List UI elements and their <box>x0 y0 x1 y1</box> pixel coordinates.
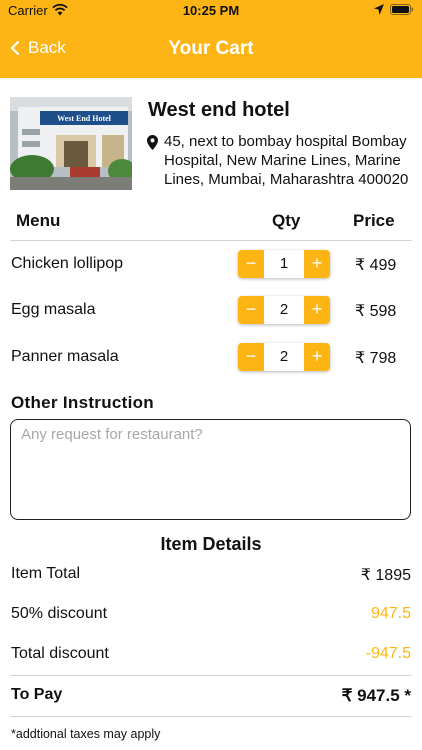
item-qty: 2 <box>279 348 289 365</box>
cart-item-row: Egg masala − 2 + ₹ 598 <box>0 287 422 333</box>
item-qty: 2 <box>279 301 289 318</box>
item-total-label: Item Total <box>11 565 81 582</box>
qty-column-header: Qty <box>272 211 301 230</box>
total-discount-label: Total discount <box>11 645 109 662</box>
instruction-input[interactable] <box>10 419 411 520</box>
location-pin-icon <box>147 135 158 150</box>
to-pay-row: To Pay ₹ 947.5 * <box>11 686 411 710</box>
cart-item-row: Panner masala − 2 + ₹ 798 <box>0 334 422 380</box>
restaurant-address: 45, next to bombay hospital Bombay Hospi… <box>164 133 409 188</box>
total-discount-row: Total discount -947.5 <box>11 645 411 669</box>
decrease-qty-button[interactable]: − <box>238 250 264 278</box>
item-price: ₹ 499 <box>355 257 397 274</box>
item-name: Chicken lollipop <box>11 255 124 272</box>
quantity-stepper: − 2 + <box>238 296 330 324</box>
to-pay-label: To Pay <box>11 686 63 703</box>
discount-label: 50% discount <box>11 605 108 622</box>
nav-bar: Back Your Cart <box>0 20 422 78</box>
cart-item-row: Chicken lollipop − 1 + ₹ 499 <box>0 241 422 287</box>
chevron-left-icon <box>10 41 20 55</box>
location-arrow-icon <box>374 4 384 15</box>
battery-icon <box>390 4 414 15</box>
instruction-label: Other Instruction <box>11 393 154 412</box>
item-name: Panner masala <box>11 348 119 365</box>
increase-qty-button[interactable]: + <box>304 296 330 324</box>
item-name: Egg masala <box>11 301 96 318</box>
tax-note: *addtional taxes may apply <box>11 727 161 741</box>
divider <box>10 716 412 717</box>
menu-column-header: Menu <box>16 211 61 230</box>
decrease-qty-button[interactable]: − <box>238 296 264 324</box>
quantity-stepper: − 2 + <box>238 343 330 371</box>
total-discount-value: -947.5 <box>365 645 411 662</box>
divider <box>10 675 412 676</box>
item-price: ₹ 798 <box>355 350 397 367</box>
item-total-value: ₹ 1895 <box>360 567 411 584</box>
hotel-sign-text: West End Hotel <box>57 114 112 123</box>
hotel-image: West End Hotel <box>10 97 132 190</box>
increase-qty-button[interactable]: + <box>304 343 330 371</box>
back-label: Back <box>28 38 66 57</box>
discount-value: 947.5 <box>370 605 411 622</box>
discount-row: 50% discount 947.5 <box>11 605 411 629</box>
item-total-row: Item Total ₹ 1895 <box>11 565 411 589</box>
restaurant-name: West end hotel <box>148 99 290 121</box>
item-details-title: Item Details <box>160 534 262 554</box>
item-price: ₹ 598 <box>355 303 397 320</box>
item-qty: 1 <box>279 255 289 272</box>
back-button[interactable]: Back <box>10 38 66 58</box>
increase-qty-button[interactable]: + <box>304 250 330 278</box>
status-time: 10:25 PM <box>182 3 240 18</box>
status-bar: Carrier 10:25 PM <box>0 0 422 20</box>
decrease-qty-button[interactable]: − <box>238 343 264 371</box>
to-pay-value: ₹ 947.5 * <box>341 686 411 705</box>
quantity-stepper: − 1 + <box>238 250 330 278</box>
price-column-header: Price <box>353 211 395 230</box>
